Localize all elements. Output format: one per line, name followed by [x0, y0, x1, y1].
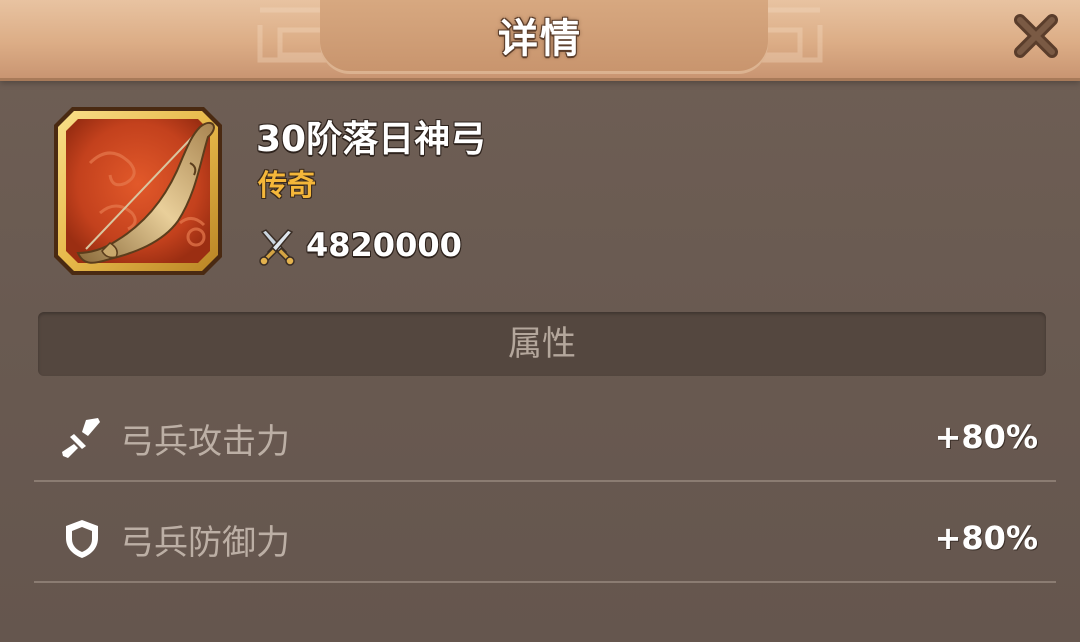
item-rarity: 传奇 [258, 168, 317, 202]
crossed-swords-icon [259, 229, 295, 266]
panel-header: 详情 [0, 0, 1080, 81]
attribute-label: 弓兵攻击力 [120, 422, 290, 462]
item-name: 30阶落日神弓 [256, 119, 487, 160]
close-icon[interactable] [1008, 8, 1064, 64]
attributes-section-header: 属性 [38, 312, 1046, 376]
attribute-value: +80% [934, 418, 1038, 456]
attribute-row-attack: 弓兵攻击力 +80% [34, 380, 1056, 482]
power-value: 4820000 [306, 226, 462, 264]
attributes-section-title: 属性 [508, 324, 576, 364]
attribute-row-defense: 弓兵防御力 +80% [34, 481, 1056, 583]
bow-icon [54, 107, 222, 275]
page-title: 详情 [498, 16, 582, 62]
attribute-label: 弓兵防御力 [120, 523, 290, 563]
item-detail-panel: 详情 30阶落日神弓 传奇 4820000 属性 弓兵攻击力 +80% 弓兵防御… [0, 0, 1080, 642]
attribute-value: +80% [934, 519, 1038, 557]
shield-icon [66, 520, 98, 558]
sword-icon [62, 418, 100, 458]
